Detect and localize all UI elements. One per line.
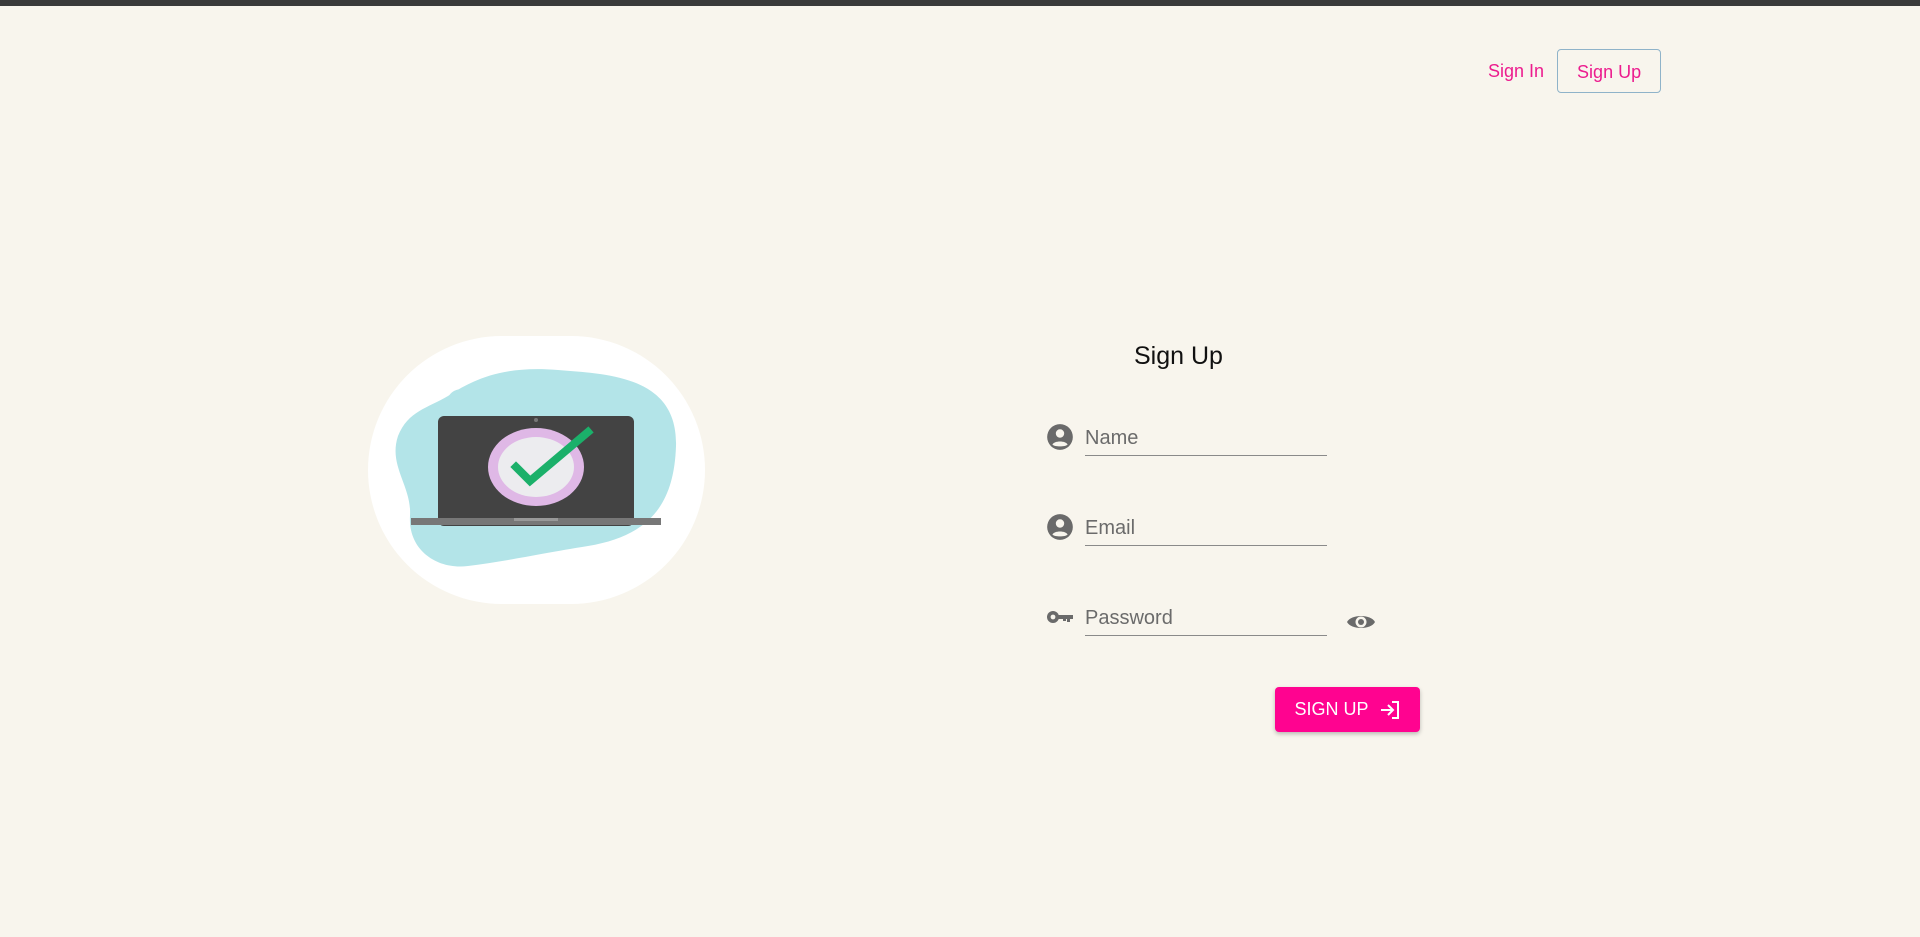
submit-label: SIGN UP xyxy=(1294,699,1369,719)
illustration-graphic xyxy=(368,336,705,604)
top-nav: Sign In Sign Up xyxy=(1476,49,1662,93)
sign-up-nav-button[interactable]: Sign Up xyxy=(1557,49,1662,93)
login-icon xyxy=(1380,700,1399,719)
sign-up-submit-button[interactable]: SIGN UP xyxy=(1275,687,1420,732)
sign-up-form: Sign Up SIGN UP xyxy=(1040,330,1440,750)
sign-in-link[interactable]: Sign In xyxy=(1476,51,1556,92)
name-field xyxy=(1040,415,1420,465)
laptop-checkmark-illustration xyxy=(368,336,705,604)
name-input[interactable] xyxy=(1085,421,1327,456)
email-input[interactable] xyxy=(1085,511,1327,546)
eye-icon[interactable] xyxy=(1346,610,1376,634)
account-circle-icon xyxy=(1047,424,1073,450)
password-field xyxy=(1040,595,1420,645)
window-top-bar xyxy=(0,0,1920,6)
account-circle-icon xyxy=(1047,514,1073,540)
form-title: Sign Up xyxy=(1134,342,1223,370)
key-icon xyxy=(1047,611,1073,623)
email-field xyxy=(1040,505,1420,555)
password-input[interactable] xyxy=(1085,601,1327,636)
